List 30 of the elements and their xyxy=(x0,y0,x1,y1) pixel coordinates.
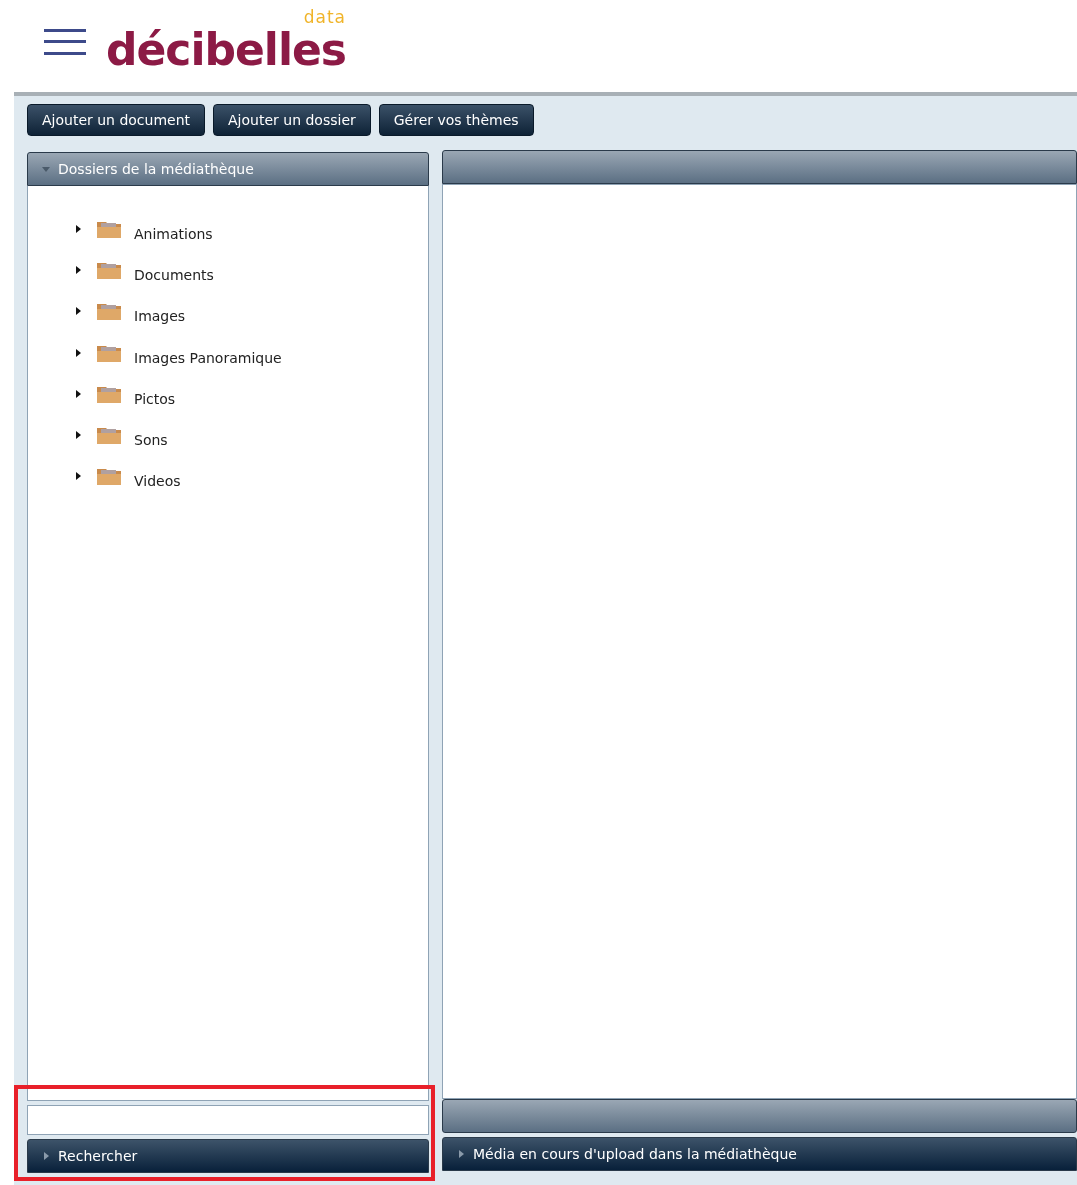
expand-icon[interactable] xyxy=(74,431,82,440)
panel-header[interactable]: Média en cours d'upload dans la médiathèque xyxy=(442,1137,1077,1171)
expand-icon[interactable] xyxy=(74,472,82,481)
folder-label[interactable]: Sons xyxy=(134,432,168,449)
folder-icon xyxy=(96,301,122,322)
logo: décibelles xyxy=(106,26,347,75)
toolbar-button[interactable]: Ajouter un dossier xyxy=(213,104,371,136)
folder-icon xyxy=(96,425,122,446)
folder-label[interactable]: Images xyxy=(134,308,186,325)
logo-tag: data xyxy=(303,9,347,27)
folder-label[interactable]: Pictos xyxy=(134,390,176,407)
expand-icon[interactable] xyxy=(74,307,82,316)
panel-header[interactable]: Dossiers de la médiathèque xyxy=(27,152,429,186)
menu-icon[interactable] xyxy=(44,28,86,56)
toolbar-button[interactable]: Gérer vos thèmes xyxy=(378,104,534,136)
folder-label[interactable]: Documents xyxy=(134,266,214,283)
panel-title: Média en cours d'upload dans la médiathèque xyxy=(473,1146,797,1162)
folder-icon xyxy=(96,466,122,487)
panel-title: Rechercher xyxy=(58,1148,138,1164)
panel-title: Dossiers de la médiathèque xyxy=(58,161,254,177)
expand-icon[interactable] xyxy=(74,348,82,357)
toolbar-button[interactable]: Ajouter un document xyxy=(27,104,206,136)
folder-label[interactable]: Videos xyxy=(134,473,181,490)
folder-label[interactable]: Animations xyxy=(134,225,213,242)
folder-label[interactable]: Images Panoramique xyxy=(134,349,282,366)
search-field[interactable] xyxy=(27,1105,429,1135)
expand-icon[interactable] xyxy=(74,224,82,233)
expand-icon[interactable] xyxy=(74,265,82,274)
panel-header[interactable]: Rechercher xyxy=(27,1139,429,1173)
expand-icon[interactable] xyxy=(74,389,82,398)
